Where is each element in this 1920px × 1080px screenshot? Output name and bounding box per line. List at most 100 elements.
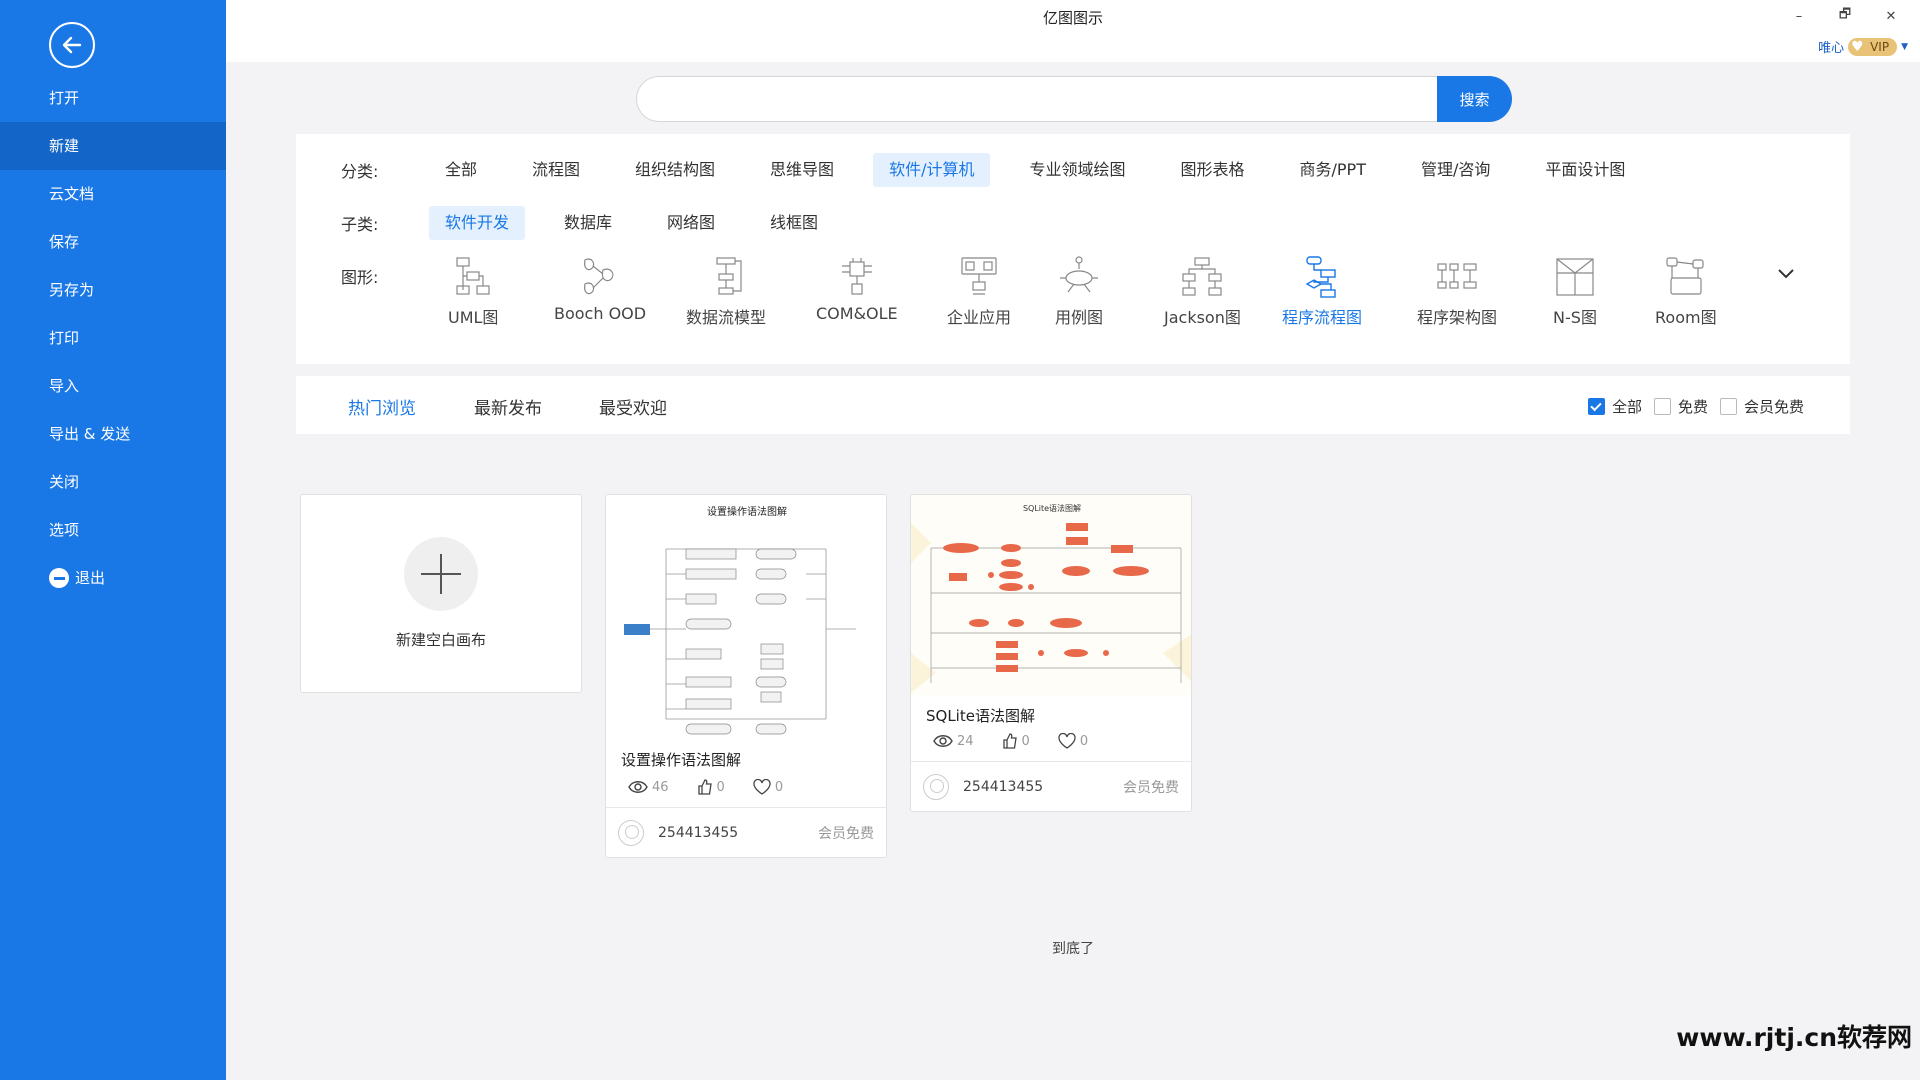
sidebar-item-import[interactable]: 导入 <box>0 362 226 410</box>
shape-name: 程序架构图 <box>1417 308 1498 327</box>
favorites-count: 0 <box>1079 733 1089 749</box>
sidebar-item-export-send[interactable]: 导出 & 发送 <box>0 410 226 458</box>
user-account[interactable]: 唯心 ♥ VIP ▼ <box>1818 37 1908 56</box>
minimize-button[interactable]: – <box>1780 4 1818 28</box>
favorites-count: 0 <box>774 779 784 795</box>
back-button[interactable] <box>49 22 95 68</box>
views-stat: 46 <box>628 780 669 795</box>
search-input[interactable] <box>636 76 1437 122</box>
shape-name: 企业应用 <box>947 308 1012 327</box>
sidebar-item-save-as[interactable]: 另存为 <box>0 266 226 314</box>
shape-enterprise-app[interactable]: 企业应用 <box>947 254 1011 328</box>
category-chip-business-ppt[interactable]: 商务/PPT <box>1284 153 1382 187</box>
window-controls: – 🗗 ✕ <box>1780 4 1910 28</box>
sidebar-item-close[interactable]: 关闭 <box>0 458 226 506</box>
template-title: SQLite语法图解 <box>926 707 1035 725</box>
shape-jackson[interactable]: Jackson图 <box>1164 254 1241 328</box>
room-diagram-icon <box>1666 257 1704 295</box>
thumbs-up-icon <box>697 779 712 795</box>
template-preview: SQLite语法图解 <box>911 495 1191 695</box>
checkbox-all[interactable]: 全部 <box>1587 396 1642 417</box>
avatar <box>923 773 949 800</box>
shape-uml[interactable]: UML图 <box>448 254 498 328</box>
likes-stat[interactable]: 0 <box>1002 733 1030 749</box>
sidebar-item-label: 选项 <box>49 521 80 539</box>
subcategory-chip-software-dev[interactable]: 软件开发 <box>429 206 526 240</box>
caret-down-icon[interactable]: ▼ <box>1901 42 1908 52</box>
jackson-diagram-icon <box>1182 257 1223 296</box>
subcategory-label: 子类: <box>341 215 379 234</box>
likes-count: 0 <box>716 779 725 795</box>
category-chip-management[interactable]: 管理/咨询 <box>1405 153 1506 187</box>
likes-stat[interactable]: 0 <box>697 779 725 795</box>
preview-title: 设置操作语法图解 <box>707 507 787 518</box>
shape-program-architecture[interactable]: 程序架构图 <box>1417 254 1497 328</box>
sidebar-item-save[interactable]: 保存 <box>0 218 226 266</box>
category-chip-software[interactable]: 软件/计算机 <box>873 153 991 187</box>
shape-name: Jackson图 <box>1164 308 1241 327</box>
sidebar-item-cloud-docs[interactable]: 云文档 <box>0 170 226 218</box>
category-chip-graphic-table[interactable]: 图形表格 <box>1164 153 1260 187</box>
program-flowchart-icon <box>1305 256 1336 298</box>
category-chip-all[interactable]: 全部 <box>429 153 493 187</box>
search-button[interactable]: 搜索 <box>1437 76 1512 122</box>
shape-name: N-S图 <box>1553 308 1597 327</box>
category-chip-org-chart[interactable]: 组织结构图 <box>619 153 731 187</box>
subcategory-chip-database[interactable]: 数据库 <box>548 206 628 240</box>
sidebar-item-exit[interactable]: 退出 <box>0 554 226 602</box>
sidebar-item-label: 导出 & 发送 <box>49 425 131 443</box>
heart-icon <box>1058 733 1076 749</box>
checkbox-free[interactable]: 免费 <box>1653 396 1708 417</box>
watermark: www.rjtj.cn软荐网 <box>1676 1023 1912 1052</box>
shape-data-flow[interactable]: 数据流模型 <box>686 254 766 328</box>
checkbox-box[interactable] <box>1653 398 1671 415</box>
author-name: 254413455 <box>658 824 739 841</box>
close-button[interactable]: ✕ <box>1872 4 1910 28</box>
shape-name: UML图 <box>448 308 499 327</box>
template-card[interactable]: 设置操作语法图解 设置操作语法图解 46 0 0 254413455 会员免费 <box>605 494 887 858</box>
shape-program-flowchart[interactable]: 程序流程图 <box>1282 254 1362 328</box>
sort-tabs-bar: 热门浏览 最新发布 最受欢迎 全部 免费 会员免费 <box>296 376 1850 434</box>
shape-name: 数据流模型 <box>686 308 767 327</box>
shape-booch-ood[interactable]: Booch OOD <box>554 254 646 323</box>
chevron-down-icon[interactable] <box>1777 264 1795 285</box>
subcategory-chip-network[interactable]: 网络图 <box>651 206 731 240</box>
category-chip-professional[interactable]: 专业领域绘图 <box>1013 153 1141 187</box>
subcategory-chip-wireframe[interactable]: 线框图 <box>754 206 834 240</box>
favorites-stat[interactable]: 0 <box>753 779 783 795</box>
title-bar: 亿图图示 – 🗗 ✕ 唯心 ♥ VIP ▼ <box>226 0 1920 62</box>
sidebar-item-print[interactable]: 打印 <box>0 314 226 362</box>
sidebar-item-label: 导入 <box>49 377 80 395</box>
favorites-stat[interactable]: 0 <box>1058 733 1088 749</box>
views-count: 46 <box>652 779 669 795</box>
sidebar-item-label: 关闭 <box>49 473 80 491</box>
sidebar: 打开 新建 云文档 保存 另存为 打印 导入 导出 & 发送 关闭 选项 退出 <box>0 0 226 1080</box>
sidebar-item-options[interactable]: 选项 <box>0 506 226 554</box>
vip-label: VIP <box>1870 39 1890 54</box>
shape-ns-diagram[interactable]: N-S图 <box>1552 254 1598 328</box>
tab-popular[interactable]: 最受欢迎 <box>599 394 667 419</box>
subcategory-row: 子类: 软件开发 数据库 网络图 线框图 <box>341 206 857 240</box>
checkbox-label: 免费 <box>1677 398 1708 416</box>
tab-hot[interactable]: 热门浏览 <box>348 394 416 419</box>
views-stat: 24 <box>933 734 974 749</box>
sidebar-item-new[interactable]: 新建 <box>0 122 226 170</box>
app-title: 亿图图示 <box>1042 9 1103 27</box>
category-chip-graphic-design[interactable]: 平面设计图 <box>1529 153 1641 187</box>
template-card[interactable]: SQLite语法图解 SQLite语法图解 24 0 0 254413455 会… <box>910 494 1192 812</box>
restore-button[interactable]: 🗗 <box>1826 4 1864 28</box>
views-count: 24 <box>957 733 974 749</box>
checkbox-member-free[interactable]: 会员免费 <box>1719 396 1804 417</box>
shape-use-case[interactable]: 用例图 <box>1055 254 1103 328</box>
checkbox-box[interactable] <box>1587 398 1605 415</box>
checkbox-box[interactable] <box>1719 398 1737 415</box>
sidebar-item-open[interactable]: 打开 <box>0 74 226 122</box>
category-chip-mindmap[interactable]: 思维导图 <box>754 153 850 187</box>
shape-room[interactable]: Room图 <box>1655 254 1717 328</box>
category-chip-flowchart[interactable]: 流程图 <box>516 153 596 187</box>
sidebar-item-label: 新建 <box>49 137 80 155</box>
shape-com-ole[interactable]: COM&OLE <box>816 254 898 323</box>
sidebar-item-label: 云文档 <box>49 185 95 203</box>
tab-latest[interactable]: 最新发布 <box>474 394 542 419</box>
new-blank-canvas-card[interactable]: 新建空白画布 <box>300 494 582 693</box>
